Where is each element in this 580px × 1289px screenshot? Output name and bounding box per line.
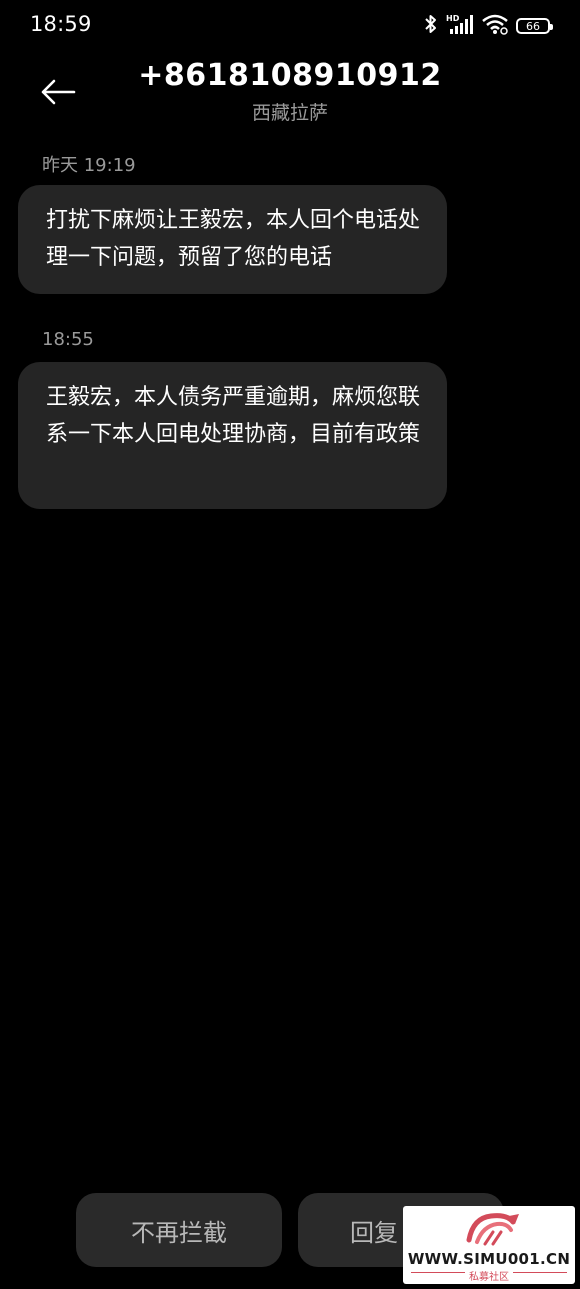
contact-location: 西藏拉萨 bbox=[251, 102, 328, 124]
message-timestamp: 昨天 19:19 bbox=[42, 155, 136, 176]
contact-number[interactable]: +8618108910912 bbox=[0, 58, 580, 93]
watermark-url: WWW.SIMU001.CN bbox=[407, 1250, 571, 1268]
message-timestamp: 18:55 bbox=[42, 329, 94, 350]
battery-icon: 66 bbox=[516, 18, 553, 34]
watermark-name: 私募社区 bbox=[403, 1268, 575, 1283]
conversation-header: +8618108910912 西藏拉萨 bbox=[0, 52, 580, 130]
hd-signal-icon: HD bbox=[446, 13, 474, 39]
unblock-button[interactable]: 不再拦截 bbox=[76, 1193, 282, 1267]
message-bubble[interactable]: 王毅宏，本人债务严重逾期，麻烦您联系一下本人回电处理协商，目前有政策 bbox=[18, 362, 447, 509]
status-bar: 18:59 HD 66 bbox=[0, 0, 580, 52]
status-icons: HD 66 bbox=[424, 13, 553, 39]
watermark-logo-icon bbox=[466, 1213, 519, 1246]
status-time: 18:59 bbox=[30, 12, 92, 36]
wifi-icon bbox=[482, 13, 508, 39]
message-bubble[interactable]: 打扰下麻烦让王毅宏，本人回个电话处理一下问题，预留了您的电话 bbox=[18, 185, 447, 294]
svg-text:HD: HD bbox=[446, 14, 460, 23]
bluetooth-icon bbox=[424, 14, 438, 38]
watermark: WWW.SIMU001.CN 私募社区 bbox=[403, 1206, 575, 1284]
